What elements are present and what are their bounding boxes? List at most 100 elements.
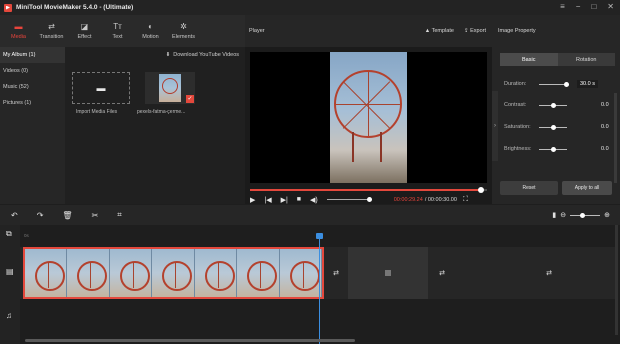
play-icon[interactable]: ▶	[250, 196, 255, 204]
album-my-album[interactable]: My Album (1)	[0, 47, 65, 63]
tab-media[interactable]: ▬ Media	[2, 15, 35, 47]
transition-icon: ⇄	[48, 21, 55, 31]
tab-elements[interactable]: ✲ Elements	[167, 15, 200, 47]
playhead[interactable]	[316, 233, 323, 344]
previous-frame-icon[interactable]: |◀	[264, 196, 271, 204]
template-button[interactable]: ▲ Template	[425, 28, 454, 34]
brightness-value: 0.0	[601, 146, 609, 152]
property-scrollbar[interactable]	[614, 93, 617, 183]
export-label: Export	[470, 28, 486, 34]
album-music[interactable]: Music (52)	[0, 79, 65, 95]
audio-waveform-icon[interactable]: ▮	[552, 211, 556, 219]
timeline-vertical-scrollbar[interactable]	[615, 225, 618, 335]
tab-label: Effect	[77, 33, 92, 40]
maximize-icon[interactable]: □	[591, 2, 596, 11]
redo-icon[interactable]: ↷	[37, 211, 44, 220]
transition-slot[interactable]: ⇄	[537, 247, 561, 299]
add-track-icon[interactable]: ⧉	[6, 229, 12, 239]
effect-icon: ◪	[80, 21, 89, 31]
volume-slider[interactable]	[326, 197, 372, 202]
collapse-panel-icon[interactable]: ›	[492, 91, 498, 161]
split-icon[interactable]: ✂	[92, 211, 99, 220]
tab-effect[interactable]: ◪ Effect	[68, 15, 101, 47]
playback-progress[interactable]	[250, 187, 487, 193]
contrast-slider[interactable]	[539, 102, 567, 108]
audio-track[interactable]	[20, 301, 615, 341]
album-list: My Album (1) Videos (0) Music (52) Pictu…	[0, 47, 65, 204]
stop-icon[interactable]: ■	[297, 196, 301, 203]
reset-button[interactable]: Reset	[500, 181, 558, 195]
tab-motion[interactable]: ◐ Motion	[134, 15, 167, 47]
clip-frame	[194, 249, 238, 297]
main-toolbar: ▬ Media ⇄ Transition ◪ Effect Tт Text ◐ …	[0, 15, 245, 47]
duration-row: Duration: 30.0 s	[504, 79, 614, 89]
total-time: / 00:00:30.00	[424, 196, 457, 203]
crop-icon[interactable]: ⌗	[117, 210, 122, 220]
fullscreen-icon[interactable]: ⛶	[463, 196, 468, 204]
folder-icon: ▬	[14, 21, 23, 31]
empty-clip-slot[interactable]	[348, 247, 428, 299]
duration-slider[interactable]	[539, 81, 569, 87]
zoom-slider[interactable]	[570, 212, 601, 218]
tab-label: Elements	[172, 33, 195, 40]
tab-label: Media	[11, 33, 26, 40]
folder-icon: ▬	[96, 83, 106, 93]
tab-label: Motion	[142, 33, 159, 40]
saturation-slider[interactable]	[539, 124, 567, 130]
transition-slot[interactable]: ⇄	[430, 247, 454, 299]
playback-controls: ▶ |◀ ▶| ■ ◀) 00:00:29.24 / 00:00:30.00 ⛶	[250, 195, 487, 204]
timeline: ⧉ ▤ ♫ 0s ⇄ ⇄ ⇄	[0, 225, 620, 344]
tab-text[interactable]: Tт Text	[101, 15, 134, 47]
tab-transition[interactable]: ⇄ Transition	[35, 15, 68, 47]
download-icon: ⬇	[165, 52, 171, 58]
video-track: ⇄ ⇄ ⇄	[20, 247, 615, 299]
tab-rotation[interactable]: Rotation	[558, 53, 616, 66]
saturation-label: Saturation:	[504, 124, 531, 130]
duration-label: Duration:	[504, 81, 527, 87]
minimize-icon[interactable]: −	[576, 2, 581, 11]
progress-handle[interactable]	[478, 187, 484, 193]
player-header: Player ▲ Template ⇪ Export	[245, 15, 492, 47]
property-panel: Image Property › Basic Rotation Duration…	[492, 15, 620, 204]
zoom-in-icon[interactable]: ⊕	[604, 211, 610, 219]
close-icon[interactable]: ✕	[607, 2, 614, 11]
ruler-zero: 0s	[24, 233, 29, 238]
video-preview[interactable]	[250, 52, 487, 183]
tab-label: Transition	[39, 33, 64, 40]
clip-frame	[25, 249, 68, 297]
app-logo-icon	[4, 3, 12, 12]
undo-icon[interactable]: ↶	[11, 211, 18, 220]
clip-frame	[237, 249, 280, 297]
timeline-horizontal-scrollbar[interactable]	[25, 339, 355, 342]
saturation-value: 0.0	[601, 124, 609, 130]
clip-frame	[67, 249, 110, 297]
media-thumbnail[interactable]: ✓	[145, 72, 195, 104]
zoom-controls: ▮ ⊖ ⊕	[552, 211, 610, 219]
brightness-label: Brightness:	[504, 146, 532, 152]
tab-label: Text	[112, 33, 123, 40]
export-button[interactable]: ⇪ Export	[464, 28, 486, 34]
tab-basic[interactable]: Basic	[500, 53, 558, 66]
delete-icon[interactable]: 🗑	[62, 211, 72, 220]
volume-icon[interactable]: ◀)	[310, 196, 318, 204]
album-pictures[interactable]: Pictures (1)	[0, 95, 65, 111]
contrast-label: Contrast:	[504, 102, 527, 108]
apply-to-all-button[interactable]: Apply to all	[562, 181, 612, 195]
checkmark-icon: ✓	[186, 95, 194, 103]
empty-clip-slot[interactable]	[561, 247, 615, 299]
motion-icon: ◐	[148, 21, 153, 31]
empty-clip-slot[interactable]	[454, 247, 534, 299]
elements-icon: ✲	[180, 21, 187, 31]
album-videos[interactable]: Videos (0)	[0, 63, 65, 79]
next-frame-icon[interactable]: ▶|	[281, 196, 288, 204]
zoom-out-icon[interactable]: ⊖	[560, 211, 566, 219]
brightness-slider[interactable]	[539, 146, 567, 152]
duration-value[interactable]: 30.0 s	[577, 80, 598, 88]
property-title: Image Property	[498, 28, 536, 34]
transition-slot[interactable]: ⇄	[324, 247, 348, 299]
import-media-button[interactable]: ▬	[72, 72, 130, 104]
download-youtube-link[interactable]: ⬇ Download YouTube Videos	[65, 47, 245, 63]
video-clip[interactable]	[23, 247, 324, 299]
menu-icon[interactable]: ≡	[560, 2, 565, 11]
ferris-wheel-frame	[330, 52, 407, 183]
